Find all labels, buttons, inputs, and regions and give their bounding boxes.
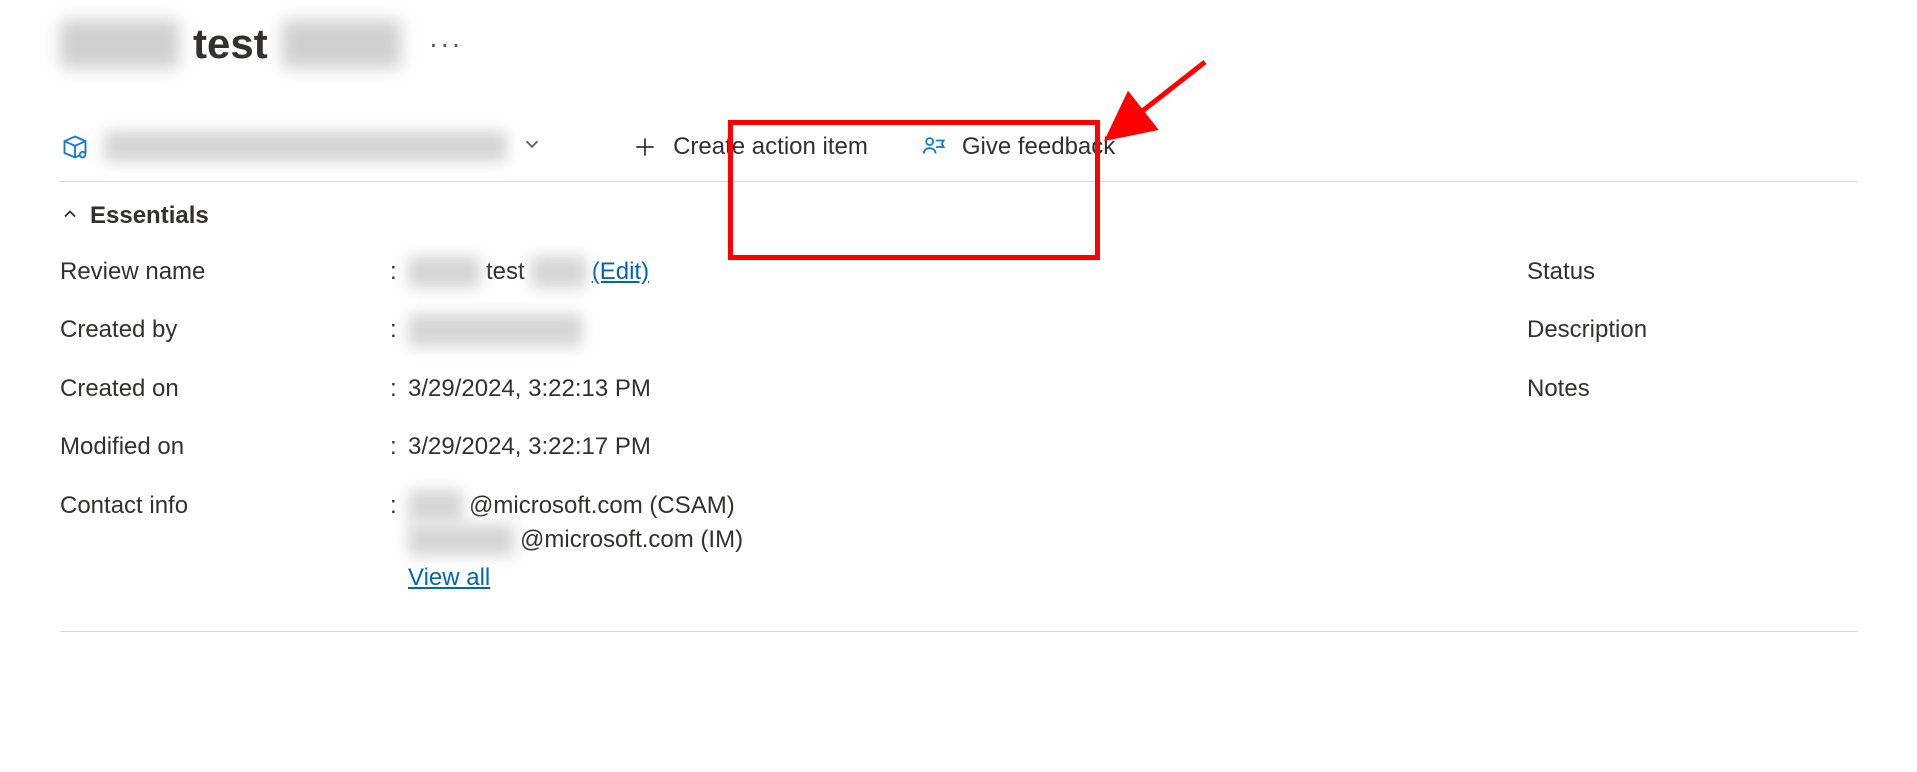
essentials-row-status: Status <box>1527 256 1857 288</box>
colon: : <box>390 490 408 522</box>
command-bar: ███████████████████████ Create action it… <box>60 123 1857 182</box>
essentials-value: 3/29/2024, 3:22:13 PM <box>408 373 827 405</box>
essentials-row-contact-info: Contact info : ███ @microsoft.com (CSAM)… <box>60 490 827 595</box>
colon: : <box>390 256 408 288</box>
colon: : <box>390 373 408 405</box>
divider <box>60 631 1857 632</box>
essentials-row-created-on: Created on : 3/29/2024, 3:22:13 PM <box>60 373 827 405</box>
contact-email-2: @microsoft.com (IM) <box>520 524 743 556</box>
essentials-section: Review name : ████ test ███ (Edit) Creat… <box>60 256 1857 595</box>
create-action-item-label: Create action item <box>673 133 868 161</box>
view-all-link[interactable]: View all <box>408 562 490 594</box>
redacted-text: ███████████████████████ <box>104 131 507 162</box>
give-feedback-label: Give feedback <box>962 133 1115 161</box>
essentials-label: Description <box>1527 314 1857 346</box>
essentials-label: Contact info <box>60 490 390 522</box>
colon: : <box>390 314 408 346</box>
chevron-up-icon <box>60 204 80 229</box>
essentials-label: Review name <box>60 256 390 288</box>
essentials-row-description: Description <box>1527 314 1857 346</box>
redacted-text: ████ <box>408 256 480 288</box>
essentials-label: Modified on <box>60 431 390 463</box>
redacted-text: ████ <box>282 20 401 68</box>
feedback-icon <box>920 133 948 161</box>
contact-email-1: @microsoft.com (CSAM) <box>469 490 735 522</box>
more-actions-button[interactable]: ··· <box>419 30 473 58</box>
essentials-toggle[interactable]: Essentials <box>60 202 1857 230</box>
chevron-down-icon <box>521 133 543 161</box>
package-icon <box>60 132 90 162</box>
essentials-row-notes: Notes <box>1527 373 1857 405</box>
redacted-text: ██████████ <box>408 314 582 346</box>
give-feedback-button[interactable]: Give feedback <box>894 123 1141 171</box>
redacted-text: ████ <box>60 20 179 68</box>
essentials-label: Notes <box>1527 373 1857 405</box>
essentials-value: 3/29/2024, 3:22:17 PM <box>408 431 827 463</box>
page-title: ████ test ████ <box>60 20 401 68</box>
page-title-row: ████ test ████ ··· <box>60 20 1857 68</box>
plus-icon <box>631 133 659 161</box>
essentials-value: ███ @microsoft.com (CSAM) ██████ @micros… <box>408 490 827 595</box>
essentials-header-label: Essentials <box>90 202 209 230</box>
scope-dropdown[interactable]: ███████████████████████ <box>60 126 567 168</box>
page-title-middle: test <box>193 20 268 68</box>
essentials-label: Status <box>1527 256 1857 288</box>
essentials-value: ████ test ███ (Edit) <box>408 256 827 288</box>
essentials-label: Created on <box>60 373 390 405</box>
redacted-text: ██████ <box>408 524 514 556</box>
essentials-row-review-name: Review name : ████ test ███ (Edit) <box>60 256 827 288</box>
essentials-label: Created by <box>60 314 390 346</box>
redacted-text: ███ <box>531 256 586 288</box>
essentials-row-modified-on: Modified on : 3/29/2024, 3:22:17 PM <box>60 431 827 463</box>
colon: : <box>390 431 408 463</box>
essentials-row-created-by: Created by : ██████████ <box>60 314 827 346</box>
modified-on-value: 3/29/2024, 3:22:17 PM <box>408 431 651 463</box>
create-action-item-button[interactable]: Create action item <box>605 123 894 171</box>
redacted-text: ███ <box>408 490 463 522</box>
review-name-middle: test <box>486 256 525 288</box>
created-on-value: 3/29/2024, 3:22:13 PM <box>408 373 651 405</box>
edit-link[interactable]: (Edit) <box>592 256 649 288</box>
essentials-right-column: Status Description Notes <box>887 256 1857 595</box>
essentials-left-column: Review name : ████ test ███ (Edit) Creat… <box>60 256 827 595</box>
essentials-value: ██████████ <box>408 314 827 346</box>
